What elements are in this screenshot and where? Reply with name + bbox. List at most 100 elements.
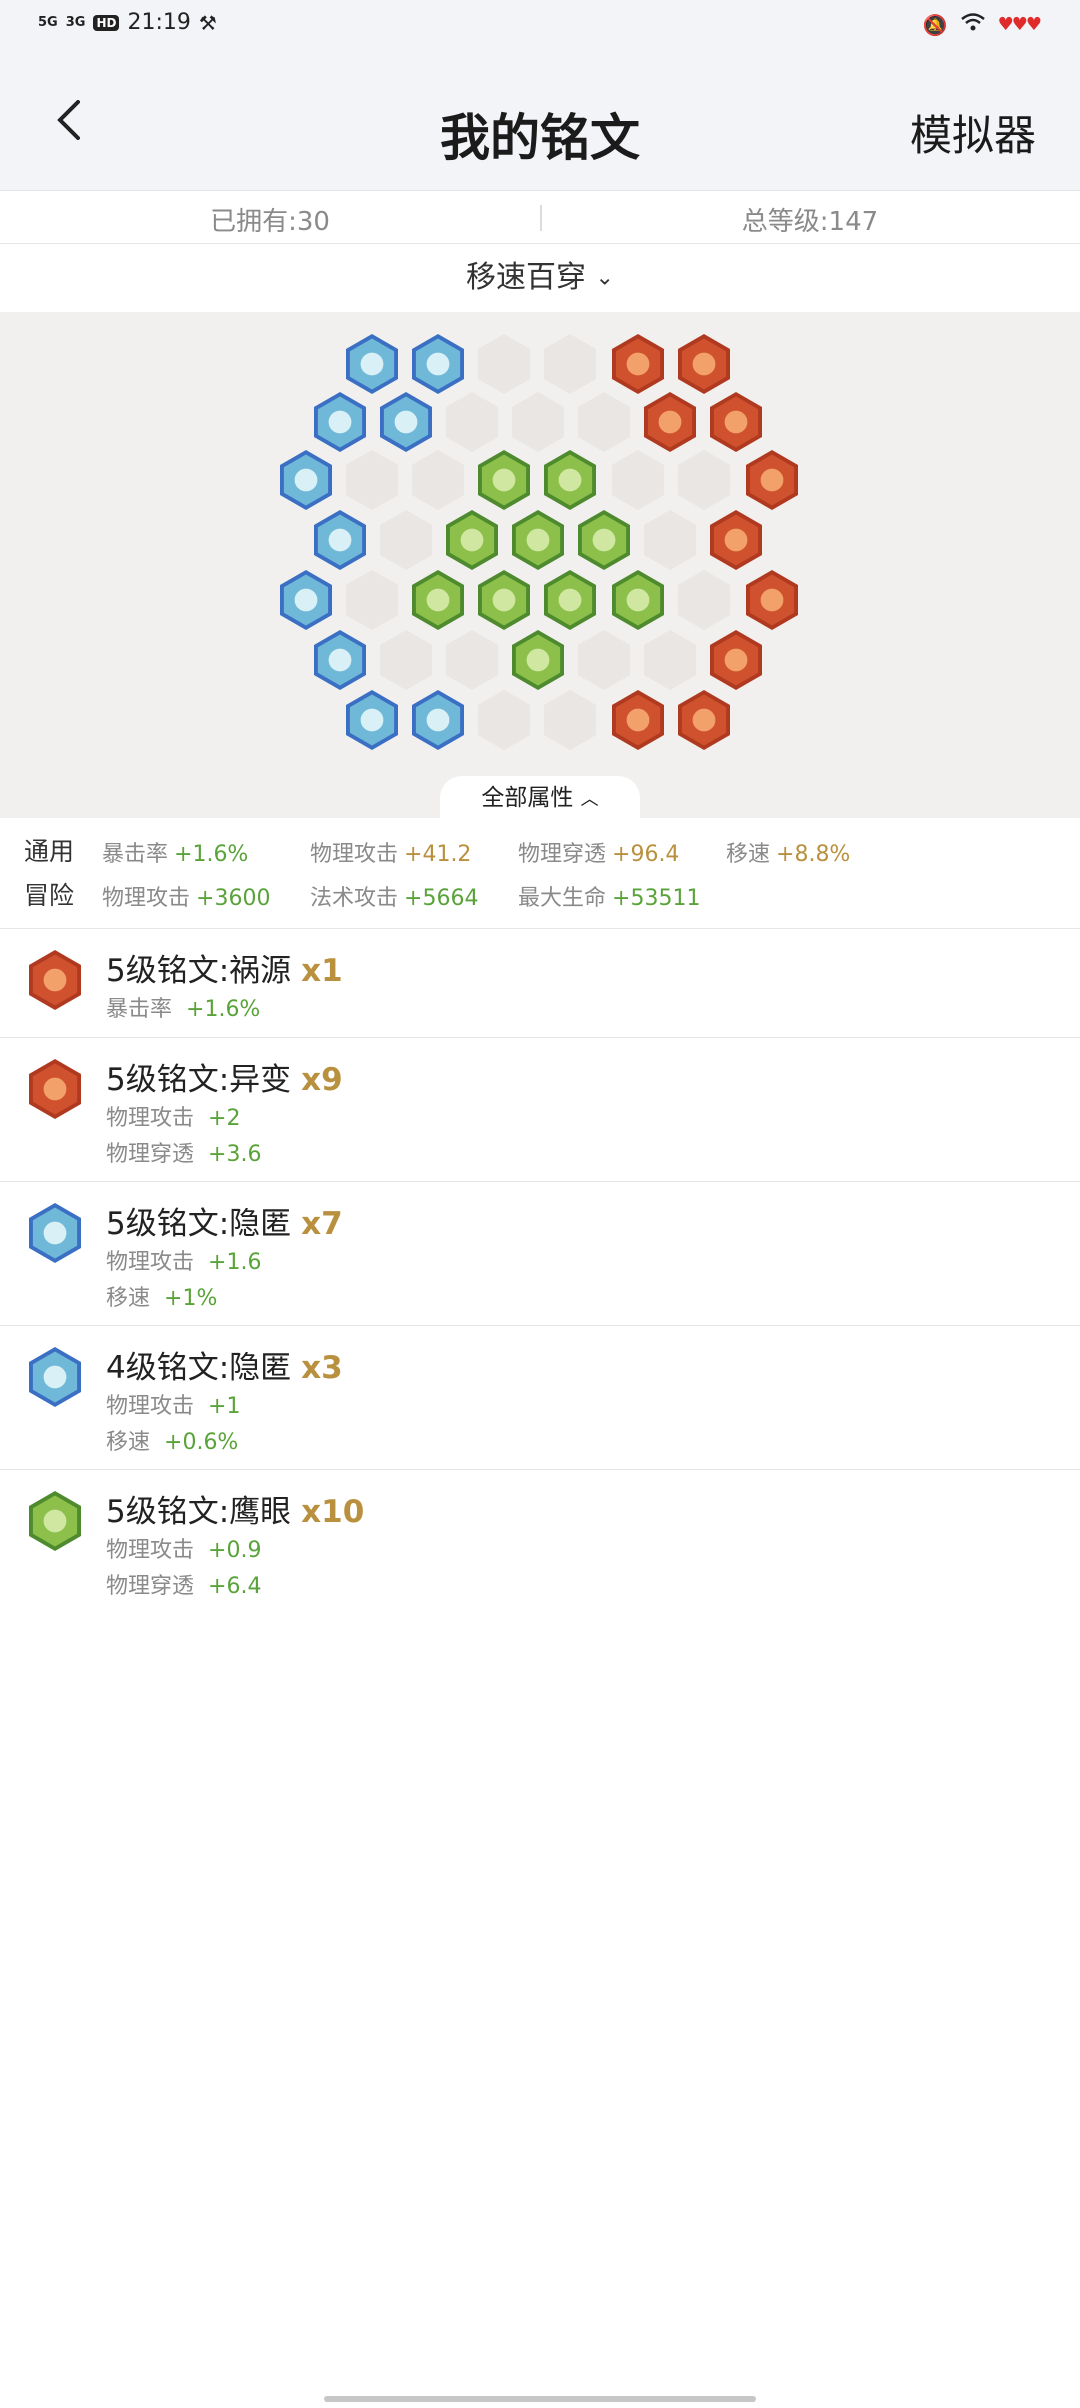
inscription-slot-blue[interactable] <box>29 1347 81 1407</box>
list-item[interactable]: 5级铭文:隐匿 x7 物理攻击 +1.6 移速 +1% <box>0 1182 1080 1326</box>
empty-slot <box>380 630 432 690</box>
empty-slot <box>612 450 664 510</box>
inscription-title: 5级铭文:异变 x9 <box>106 1054 343 1099</box>
stats-bar: 已拥有:30 总等级:147 <box>0 191 1080 244</box>
inscription-slot-red[interactable] <box>746 570 798 630</box>
adventure-tag: 冒险 <box>24 881 75 910</box>
simulator-button[interactable]: 模拟器 <box>910 102 1036 163</box>
inscription-slot-green[interactable] <box>412 570 464 630</box>
empty-slot <box>380 510 432 570</box>
stat-label: 物理穿透 <box>106 1574 195 1599</box>
attr-value: +96.4 <box>612 842 680 867</box>
inscription-slot-blue[interactable] <box>412 690 464 750</box>
home-indicator[interactable] <box>324 2396 756 2402</box>
inscription-slot-blue[interactable] <box>314 630 366 690</box>
inscription-slot-blue[interactable] <box>314 392 366 452</box>
inscription-slot-green[interactable] <box>512 630 564 690</box>
inscription-slot-green[interactable] <box>512 510 564 570</box>
inscription-slot-blue[interactable] <box>346 690 398 750</box>
empty-slot <box>346 570 398 630</box>
inscription-slot-red[interactable] <box>678 334 730 394</box>
empty-slot <box>578 392 630 452</box>
stat-value: +0.9 <box>208 1538 262 1563</box>
list-item[interactable]: 4级铭文:隐匿 x3 物理攻击 +1 移速 +0.6% <box>0 1326 1080 1470</box>
inscription-slot-red[interactable] <box>644 392 696 452</box>
inscription-grid <box>280 334 798 750</box>
inscription-title: 4级铭文:隐匿 x3 <box>106 1342 343 1387</box>
inscription-slot-blue[interactable] <box>280 450 332 510</box>
inscription-slot-red[interactable] <box>678 690 730 750</box>
stat-label: 物理穿透 <box>106 1142 195 1167</box>
stat-line: 物理穿透 +3.6 <box>106 1136 261 1168</box>
empty-slot <box>512 392 564 452</box>
inscription-slot-green[interactable] <box>544 570 596 630</box>
attr-label: 暴击率 <box>102 842 169 867</box>
inscription-slot-green[interactable] <box>612 570 664 630</box>
attr-adv-max-hp: 最大生命 +53511 <box>518 880 700 912</box>
inscription-count: x9 <box>301 1062 343 1098</box>
inscription-slot-blue[interactable] <box>346 334 398 394</box>
stat-label: 移速 <box>106 1286 151 1311</box>
inscription-slot-blue[interactable] <box>280 570 332 630</box>
stat-value: +3.6 <box>208 1142 262 1167</box>
inscription-slot-green[interactable] <box>478 450 530 510</box>
signal-3g: 3G <box>65 15 86 30</box>
inscription-slot-red[interactable] <box>612 334 664 394</box>
inscription-count: x10 <box>301 1494 365 1530</box>
inscription-slot-blue[interactable] <box>29 1203 81 1263</box>
inscription-slot-blue[interactable] <box>412 334 464 394</box>
inscription-slot-red[interactable] <box>746 450 798 510</box>
inscription-slot-red[interactable] <box>710 510 762 570</box>
stat-value: +6.4 <box>208 1574 262 1599</box>
empty-slot <box>644 630 696 690</box>
stat-value: +1.6% <box>186 997 261 1022</box>
signal-5g: 5G <box>38 15 58 30</box>
inscription-slot-red[interactable] <box>29 1059 81 1119</box>
inscription-slot-green[interactable] <box>446 510 498 570</box>
page-selector[interactable]: 移速百穿 ⌄ <box>0 244 1080 312</box>
attr-value: +1.6% <box>174 842 249 867</box>
inscription-slot-green[interactable] <box>578 510 630 570</box>
inscription-slot-blue[interactable] <box>380 392 432 452</box>
inscription-slot-red[interactable] <box>612 690 664 750</box>
inscription-slot-blue[interactable] <box>314 510 366 570</box>
inscription-icon-green <box>29 1491 81 1551</box>
inscription-count: x7 <box>301 1206 343 1242</box>
attr-physical-pen: 物理穿透 +96.4 <box>518 836 679 868</box>
stat-value: +1% <box>164 1286 218 1311</box>
attr-value: +41.2 <box>404 842 472 867</box>
stat-value: +2 <box>208 1106 241 1131</box>
inscription-icon-red <box>29 950 81 1010</box>
stat-label: 物理攻击 <box>106 1538 195 1563</box>
hd-badge: HD <box>93 14 120 31</box>
total-level: 总等级:147 <box>741 207 879 237</box>
attribute-summary: 通用 冒险 暴击率 +1.6% 物理攻击 +41.2 物理穿透 +96.4 移速 +8.… <box>0 818 1080 929</box>
stat-label: 物理攻击 <box>106 1394 195 1419</box>
list-item[interactable]: 5级铭文:异变 x9 物理攻击 +2 物理穿透 +3.6 <box>0 1038 1080 1182</box>
attr-value: +53511 <box>612 886 701 911</box>
list-item[interactable]: 5级铭文:祸源 x1 暴击率 +1.6% <box>0 929 1080 1038</box>
inscription-board <box>0 312 1080 818</box>
inscription-name: 5级铭文:鹰眼 <box>106 1494 292 1530</box>
inscription-name: 5级铭文:祸源 <box>106 953 292 989</box>
inscription-slot-red[interactable] <box>29 950 81 1010</box>
inscription-slot-red[interactable] <box>710 630 762 690</box>
stat-label: 暴击率 <box>106 997 173 1022</box>
owned-count: 已拥有:30 <box>210 207 330 237</box>
attr-physical-attack: 物理攻击 +41.2 <box>310 836 471 868</box>
inscription-slot-red[interactable] <box>710 392 762 452</box>
clock: 21:19 <box>127 10 191 35</box>
wifi-icon <box>960 12 986 37</box>
status-left: 5G 3G HD 21:19 ⚒ <box>38 10 217 35</box>
inscription-slot-green[interactable] <box>478 570 530 630</box>
list-item[interactable]: 5级铭文:鹰眼 x10 物理攻击 +0.9 物理穿透 +6.4 <box>0 1470 1080 1613</box>
battery-icon: ♥♥♥ <box>997 14 1042 35</box>
empty-slot <box>478 690 530 750</box>
inscription-slot-green[interactable] <box>29 1491 81 1551</box>
attr-value: +3600 <box>196 886 271 911</box>
stat-value: +1 <box>208 1394 241 1419</box>
stat-line: 物理攻击 +2 <box>106 1100 240 1132</box>
all-attributes-tab[interactable]: 全部属性 ︿ <box>440 776 640 820</box>
inscription-slot-green[interactable] <box>544 450 596 510</box>
status-right: 🔕 ♥♥♥ <box>923 12 1042 37</box>
